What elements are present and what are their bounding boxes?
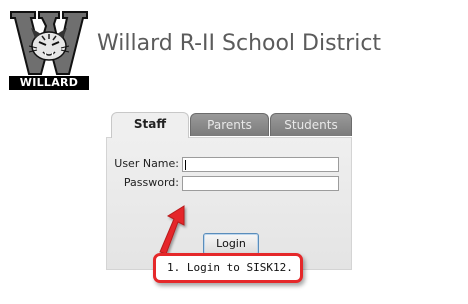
password-label: Password:	[123, 176, 179, 189]
username-input[interactable]	[182, 157, 339, 172]
district-title: Willard R-II School District	[97, 31, 382, 56]
login-tabs: Staff Parents Students	[106, 112, 352, 138]
login-panel: Staff Parents Students User Name: Passwo…	[106, 112, 352, 270]
tab-students[interactable]: Students	[270, 113, 352, 136]
wildcat-logo-icon	[10, 11, 88, 75]
logo-text: WILLARD	[9, 76, 89, 90]
text-cursor	[185, 160, 186, 170]
instruction-callout: 1. Login to SISK12.	[153, 253, 303, 283]
username-label: User Name:	[114, 157, 179, 170]
login-button[interactable]: Login	[203, 233, 259, 255]
login-form: User Name: Password: Login	[106, 137, 352, 270]
password-input[interactable]	[182, 176, 339, 191]
tab-staff[interactable]: Staff	[111, 112, 189, 138]
school-logo: WILLARD	[9, 8, 89, 91]
tab-parents[interactable]: Parents	[190, 113, 269, 136]
